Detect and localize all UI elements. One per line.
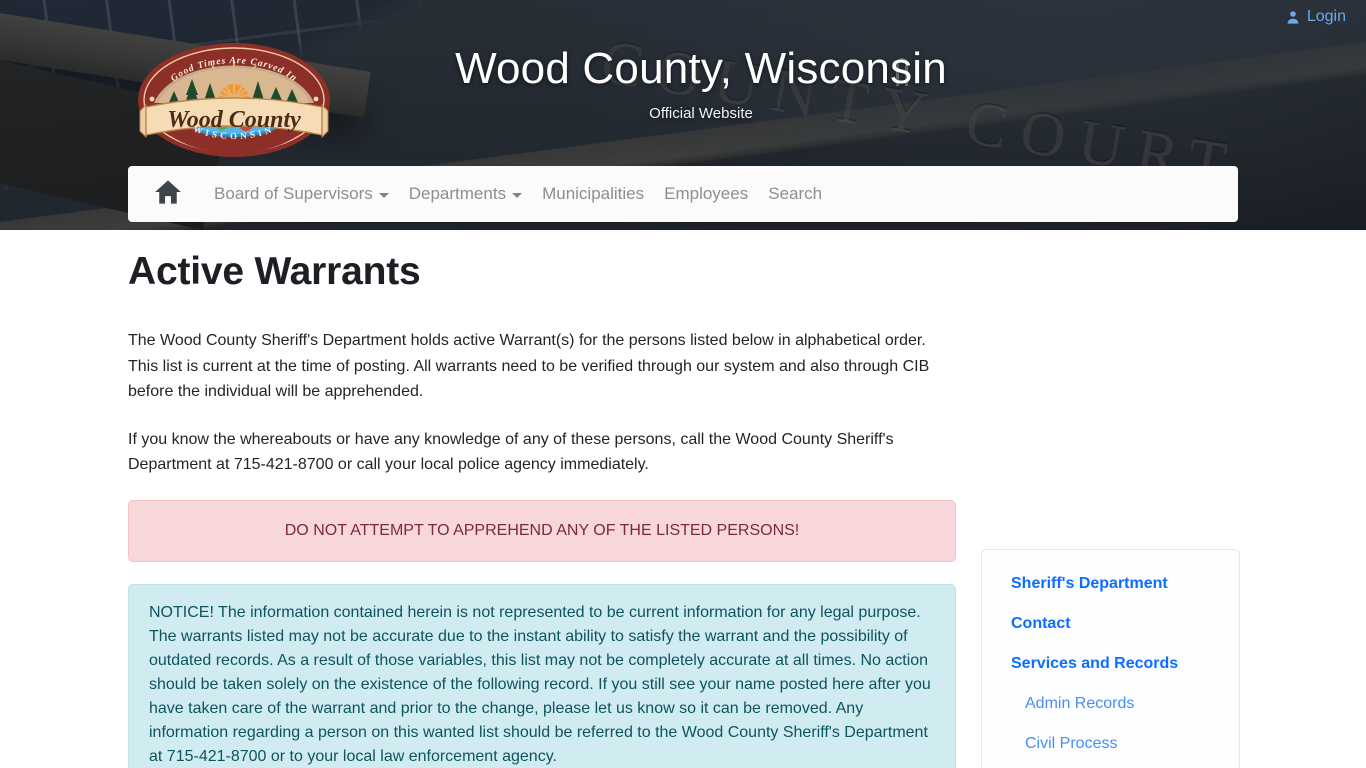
sidebar-item-services-and-records[interactable]: Services and Records [997, 644, 1224, 684]
person-icon [1287, 10, 1299, 24]
sidebar-item-label: Sheriff's Department [1011, 575, 1168, 592]
notice-alert: NOTICE! The information contained herein… [128, 583, 956, 768]
site-header: COUNTY COURT Login Wood County Good Time… [0, 0, 1366, 230]
do-not-apprehend-alert: DO NOT ATTEMPT TO APPREHEND ANY OF THE L… [128, 499, 956, 562]
login-link[interactable]: Login [1286, 8, 1346, 26]
nav-item-label: Departments [408, 184, 507, 203]
nav-item-search[interactable]: Search [758, 178, 832, 210]
sidebar-item-sheriffs-department[interactable]: Sheriff's Department [997, 564, 1224, 604]
header-inner: Login Wood County Good Times Are Carved … [0, 0, 1366, 230]
sidebar-item-sheriff-sales[interactable]: Sheriff Sales [997, 764, 1224, 768]
nav-item-employees[interactable]: Employees [654, 178, 758, 210]
nav-item-board-of-supervisors[interactable]: Board of Supervisors [204, 178, 399, 210]
chevron-down-icon [512, 193, 523, 198]
main-content-column: Active Warrants The Wood County Sheriff'… [128, 250, 956, 768]
site-title: Wood County, Wisconsin [455, 44, 947, 93]
sidebar-item-label: Admin Records [1025, 695, 1135, 712]
page-body: Active Warrants The Wood County Sheriff'… [0, 230, 1366, 768]
sidebar-item-civil-process[interactable]: Civil Process [997, 724, 1224, 764]
intro-paragraph-2: If you know the whereabouts or have any … [128, 430, 894, 474]
sidebar-item-contact[interactable]: Contact [997, 604, 1224, 644]
nav-home-link[interactable] [144, 179, 204, 210]
sidebar-item-admin-records[interactable]: Admin Records [997, 684, 1224, 724]
sheriff-department-sidebar: Sheriff's Department Contact Services an… [981, 549, 1240, 768]
sidebar-item-label: Services and Records [1011, 655, 1179, 672]
nav-item-municipalities[interactable]: Municipalities [532, 178, 654, 210]
nav-item-departments[interactable]: Departments [399, 178, 532, 210]
intro-paragraph-1: The Wood County Sheriff's Department hol… [128, 332, 930, 400]
main-navbar: Board of Supervisors Departments Municip… [128, 166, 1238, 222]
login-label: Login [1306, 8, 1346, 25]
site-subtitle: Official Website [649, 105, 753, 122]
sidebar-item-label: Civil Process [1025, 735, 1118, 752]
home-icon [155, 179, 181, 204]
nav-item-label: Search [768, 184, 823, 203]
nav-item-label: Employees [664, 184, 749, 203]
nav-item-label: Board of Supervisors [214, 184, 373, 203]
page-title: Active Warrants [128, 250, 421, 293]
chevron-down-icon [378, 193, 389, 198]
sidebar-item-label: Contact [1011, 615, 1071, 632]
nav-item-label: Municipalities [542, 184, 645, 203]
